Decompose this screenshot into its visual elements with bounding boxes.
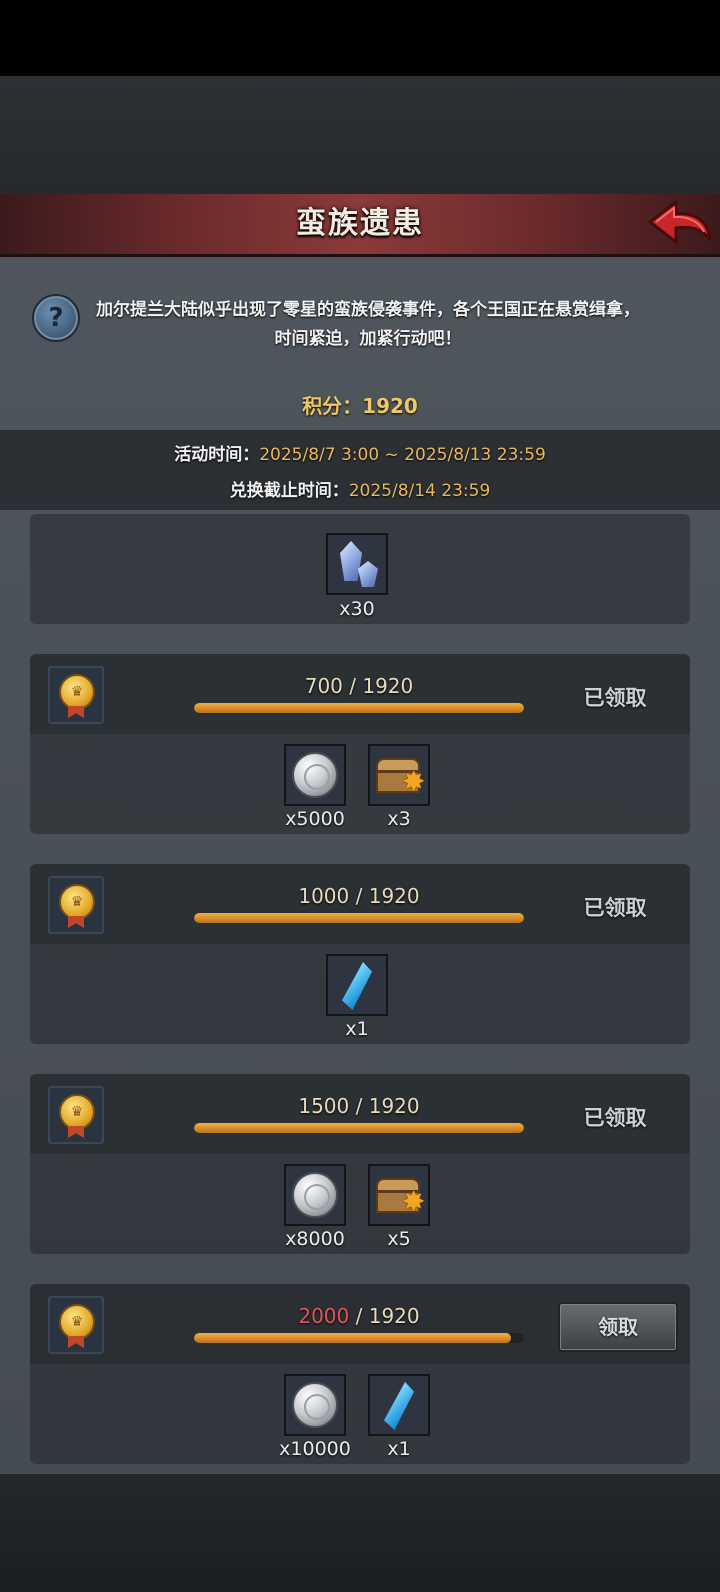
reward-item[interactable] bbox=[368, 1374, 430, 1436]
claimed-status: 已领取 bbox=[583, 1106, 647, 1130]
reward-item[interactable]: ✸ bbox=[368, 744, 430, 806]
claimed-status: 已领取 bbox=[583, 896, 647, 920]
reward-qty: x3 bbox=[387, 808, 411, 830]
reward-item[interactable] bbox=[284, 1374, 346, 1436]
back-arrow-icon bbox=[647, 198, 712, 246]
score-display: 积分：1920 bbox=[0, 390, 720, 419]
score-value: 1920 bbox=[362, 394, 418, 418]
event-time-value: 2025/8/7 3:00 ~ 2025/8/13 23:59 bbox=[259, 445, 546, 465]
progress-separator: / bbox=[349, 1304, 369, 1328]
claim-button[interactable]: 领取 bbox=[558, 1302, 678, 1352]
progress-bar bbox=[194, 1123, 524, 1133]
silver-coin-icon bbox=[292, 1382, 338, 1428]
reward-qty: x1 bbox=[387, 1438, 411, 1460]
progress-bar bbox=[194, 1333, 524, 1343]
exchange-deadline-value: 2025/8/14 23:59 bbox=[348, 481, 491, 501]
treasure-chest-icon: ✸ bbox=[376, 758, 425, 796]
help-button[interactable]: ? bbox=[32, 294, 80, 342]
reward-item[interactable]: ✸ bbox=[368, 1164, 430, 1226]
medal-icon: ♛ bbox=[48, 1086, 104, 1144]
reward-qty: x5000 bbox=[285, 808, 345, 830]
reward-qty: x1 bbox=[345, 1018, 369, 1040]
progress-fill bbox=[194, 1123, 524, 1133]
event-panel bbox=[0, 194, 720, 1474]
reward-qty: x8000 bbox=[285, 1228, 345, 1250]
progress-fill bbox=[194, 913, 524, 923]
progress-separator: / bbox=[342, 674, 363, 698]
event-time-label: 活动时间： bbox=[174, 445, 260, 465]
reward-item[interactable] bbox=[326, 954, 388, 1016]
back-button[interactable] bbox=[646, 196, 714, 248]
background-top bbox=[0, 76, 720, 194]
reward-qty: x30 bbox=[339, 598, 375, 620]
progress-text: 700 / 1920 bbox=[194, 674, 524, 698]
medal-icon: ♛ bbox=[48, 876, 104, 934]
reward-item[interactable] bbox=[284, 744, 346, 806]
background-bottom bbox=[0, 1474, 720, 1592]
score-label: 积分： bbox=[302, 394, 363, 418]
blue-gems-icon bbox=[336, 541, 380, 589]
exchange-deadline-label: 兑换截止时间： bbox=[229, 481, 349, 501]
treasure-chest-icon: ✸ bbox=[376, 1178, 425, 1216]
medal-icon: ♛ bbox=[48, 666, 104, 724]
status-bar bbox=[0, 0, 720, 76]
progress-current: 1500 bbox=[298, 1094, 350, 1118]
silver-coin-icon bbox=[292, 1172, 338, 1218]
progress-target: 1920 bbox=[368, 1304, 420, 1328]
claimed-status: 已领取 bbox=[583, 686, 647, 710]
reward-item[interactable] bbox=[284, 1164, 346, 1226]
progress-bar bbox=[194, 703, 524, 713]
progress-current: 2000 bbox=[298, 1304, 350, 1328]
progress-text: 2000 / 1920 bbox=[194, 1304, 524, 1328]
blue-crystal-icon bbox=[342, 962, 372, 1010]
blue-crystal-icon bbox=[384, 1382, 414, 1430]
exchange-deadline-row: 兑换截止时间：2025/8/14 23:59 bbox=[0, 476, 720, 501]
question-mark-icon: ? bbox=[48, 303, 64, 333]
progress-text: 1000 / 1920 bbox=[194, 884, 524, 908]
progress-separator: / bbox=[349, 1094, 369, 1118]
progress-current: 1000 bbox=[298, 884, 350, 908]
progress-target: 1920 bbox=[368, 884, 420, 908]
reward-qty: x10000 bbox=[279, 1438, 351, 1460]
progress-separator: / bbox=[349, 884, 369, 908]
progress-target: 1920 bbox=[368, 1094, 420, 1118]
page-title: 蛮族遗患 bbox=[296, 206, 424, 241]
reward-item[interactable] bbox=[326, 533, 388, 595]
event-description: 加尔提兰大陆似乎出现了零星的蛮族侵袭事件，各个王国正在悬赏缉拿，时间紧迫，加紧行… bbox=[96, 300, 640, 349]
progress-current: 700 bbox=[304, 674, 343, 698]
reward-qty: x5 bbox=[387, 1228, 411, 1250]
progress-fill bbox=[194, 703, 524, 713]
silver-coin-icon bbox=[292, 752, 338, 798]
medal-icon: ♛ bbox=[48, 1296, 104, 1354]
progress-text: 1500 / 1920 bbox=[194, 1094, 524, 1118]
progress-fill bbox=[194, 1333, 511, 1343]
progress-target: 1920 bbox=[362, 674, 414, 698]
progress-bar bbox=[194, 913, 524, 923]
event-time-row: 活动时间：2025/8/7 3:00 ~ 2025/8/13 23:59 bbox=[0, 440, 720, 465]
